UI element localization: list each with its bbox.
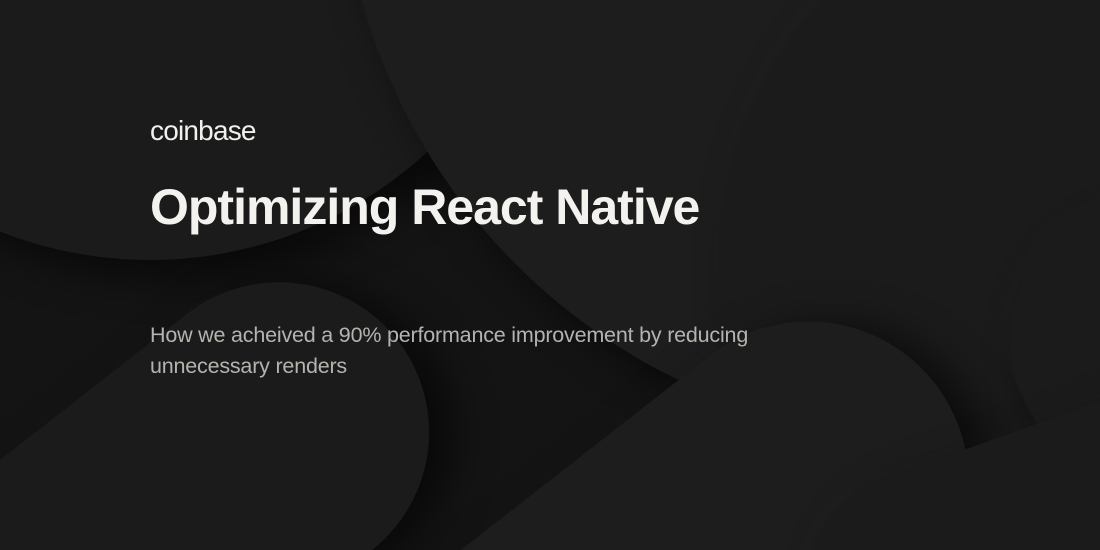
brand-logo-text: coinbase: [150, 115, 950, 147]
hero-content: coinbase Optimizing React Native How we …: [0, 0, 1100, 550]
page-title: Optimizing React Native: [150, 181, 950, 234]
page-subtitle: How we acheived a 90% performance improv…: [150, 320, 790, 382]
